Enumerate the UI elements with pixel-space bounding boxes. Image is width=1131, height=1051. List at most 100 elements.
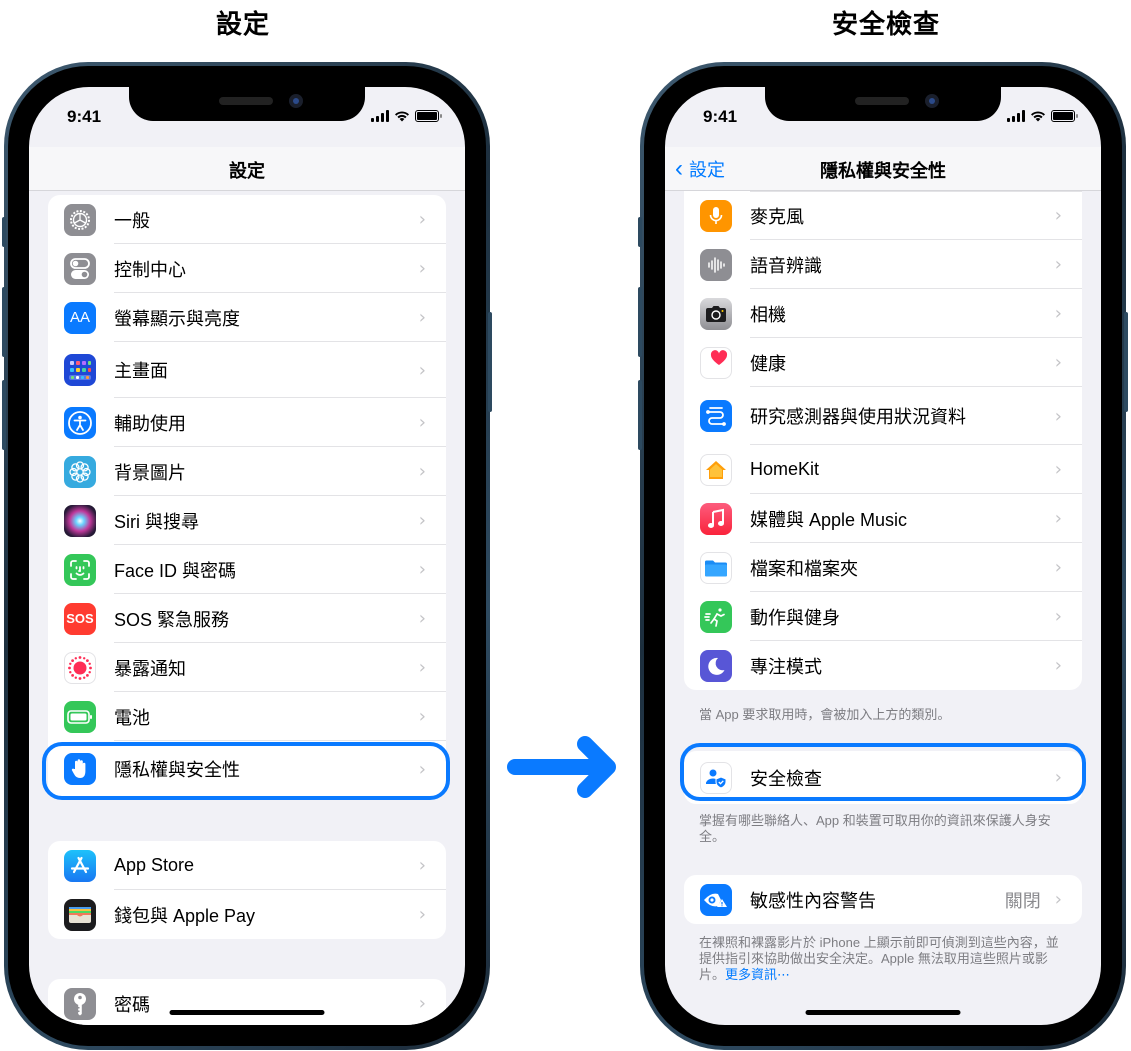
privacy-item-label: 語音辨識 <box>750 255 822 276</box>
toggles-icon <box>64 252 96 285</box>
sensitive-content-footer-note: 在裸照和裸露影片於 iPhone 上顯示前即可偵測到這些內容，並提供指引來協助做… <box>699 935 1069 983</box>
chevron-right-icon: › <box>418 559 426 580</box>
settings-item-face-id-passcode[interactable]: Face ID 與密碼 › <box>48 545 446 594</box>
settings-group-passwords: 密碼 › <box>48 979 446 1025</box>
privacy-item-motion-fitness[interactable]: 動作與健身 › <box>684 592 1082 641</box>
chevron-right-icon: › <box>1054 459 1062 480</box>
microphone-icon <box>700 199 732 232</box>
side-button <box>638 217 642 247</box>
chevron-right-icon: › <box>418 258 426 279</box>
notch <box>765 87 1001 121</box>
privacy-item-label: 專注模式 <box>750 656 822 677</box>
settings-item-label: 主畫面 <box>114 361 168 381</box>
privacy-item-media-apple-music[interactable]: 媒體與 Apple Music › <box>684 494 1082 543</box>
settings-item-label: 控制中心 <box>114 259 186 280</box>
sos-icon: SOS <box>64 602 96 635</box>
privacy-item-focus[interactable]: 專注模式 › <box>684 641 1082 690</box>
health-heart-icon <box>700 346 732 379</box>
settings-item-label: 錢包與 Apple Pay <box>114 905 256 926</box>
settings-item-wallet-apple-pay[interactable]: 錢包與 Apple Pay › <box>48 890 446 939</box>
screen: 9:41 設定 一般 › 控制中心 › AA 螢幕顯示與亮度 › 主畫面 › 輔… <box>29 87 465 1025</box>
app-store-icon <box>64 849 96 882</box>
power-button <box>488 312 492 412</box>
notch <box>129 87 365 121</box>
settings-item-siri-search[interactable]: Siri 與搜尋 › <box>48 496 446 545</box>
settings-item-app-store[interactable]: App Store › <box>48 841 446 890</box>
text-size-icon: AA <box>64 301 96 334</box>
navigation-bar: 設定 <box>29 147 465 191</box>
chevron-right-icon: › <box>1054 352 1062 373</box>
chevron-right-icon: › <box>418 608 426 629</box>
safety-check-highlight-outline <box>680 743 1086 801</box>
privacy-item-files-folders[interactable]: 檔案和檔案夾 › <box>684 543 1082 592</box>
privacy-item-health[interactable]: 健康 › <box>684 338 1082 387</box>
settings-item-label: SOS 緊急服務 <box>114 609 230 630</box>
camera-icon <box>700 297 732 330</box>
settings-item-passwords[interactable]: 密碼 › <box>48 979 446 1025</box>
home-indicator[interactable] <box>169 1010 325 1015</box>
settings-group-main: 一般 › 控制中心 › AA 螢幕顯示與亮度 › 主畫面 › 輔助使用 › 背景… <box>48 195 446 797</box>
settings-item-home-screen[interactable]: 主畫面 › <box>48 342 446 398</box>
privacy-item-speech-recognition[interactable]: 語音辨識 › <box>684 240 1082 289</box>
chevron-right-icon: › <box>418 307 426 328</box>
chevron-right-icon: › <box>418 706 426 727</box>
privacy-item-label: 媒體與 Apple Music <box>750 509 908 530</box>
settings-item-emergency-sos[interactable]: SOS SOS 緊急服務 › <box>48 594 446 643</box>
exposure-notification-icon <box>64 651 96 684</box>
privacy-item-sensitive-content-warning[interactable]: 敏感性內容警告 關閉 › <box>684 875 1082 924</box>
settings-item-label: 背景圖片 <box>114 462 186 483</box>
privacy-item-microphone[interactable]: 麥克風 › <box>684 191 1082 240</box>
settings-item-accessibility[interactable]: 輔助使用 › <box>48 398 446 447</box>
privacy-item-homekit[interactable]: HomeKit › <box>684 445 1082 494</box>
home-indicator[interactable] <box>805 1010 961 1015</box>
chevron-right-icon: › <box>1054 557 1062 578</box>
privacy-highlight-outline <box>42 742 450 800</box>
privacy-item-camera[interactable]: 相機 › <box>684 289 1082 338</box>
settings-item-label: Siri 與搜尋 <box>114 511 199 532</box>
chevron-right-icon: › <box>418 657 426 678</box>
settings-item-general[interactable]: 一般 › <box>48 195 446 244</box>
chevron-right-icon: › <box>418 855 426 876</box>
face-id-icon <box>64 553 96 586</box>
safety-check-footer-note: 掌握有哪些聯絡人、App 和裝置可取用你的資訊來保護人身安全。 <box>699 813 1051 844</box>
sensitive-content-eye-icon <box>700 883 732 916</box>
side-button <box>2 217 6 247</box>
battery-status-icon <box>415 110 442 122</box>
learn-more-link[interactable]: 更多資訊⋯ <box>725 967 790 982</box>
fitness-run-icon <box>700 600 732 633</box>
privacy-item-label: HomeKit <box>750 459 820 479</box>
chevron-right-icon: › <box>1054 655 1062 676</box>
chevron-right-icon: › <box>1054 889 1062 910</box>
sensitive-content-status: 關閉 <box>1004 890 1041 911</box>
screen: 9:41 ‹ 設定 隱私權與安全性 麥克風 › 語音辨識 › 相機 › 健康 ›… <box>665 87 1101 1025</box>
chevron-right-icon: › <box>1054 508 1062 529</box>
settings-item-label: 電池 <box>114 707 150 728</box>
settings-item-display-brightness[interactable]: AA 螢幕顯示與亮度 › <box>48 293 446 342</box>
chevron-right-icon: › <box>418 993 426 1014</box>
volume-down-button <box>2 380 6 450</box>
settings-item-label: Face ID 與密碼 <box>114 560 237 581</box>
privacy-item-research-sensor[interactable]: 研究感測器與使用狀況資料 › <box>684 387 1082 445</box>
music-note-icon <box>700 502 732 535</box>
settings-item-wallpaper[interactable]: 背景圖片 › <box>48 447 446 496</box>
settings-item-control-center[interactable]: 控制中心 › <box>48 244 446 293</box>
research-sensor-icon <box>700 400 732 432</box>
cellular-signal-icon <box>371 110 389 122</box>
gear-icon <box>64 203 96 236</box>
volume-up-button <box>2 287 6 357</box>
privacy-item-label: 健康 <box>750 353 786 374</box>
settings-item-label: 螢幕顯示與亮度 <box>114 308 240 329</box>
battery-status-icon <box>1051 110 1078 122</box>
wifi-icon <box>395 111 409 122</box>
chevron-right-icon: › <box>1054 405 1062 427</box>
settings-item-battery[interactable]: 電池 › <box>48 692 446 741</box>
power-button <box>1124 312 1128 412</box>
accessibility-icon <box>64 406 96 439</box>
chevron-right-icon: › <box>418 209 426 230</box>
settings-item-label: App Store <box>114 855 195 875</box>
privacy-item-label: 麥克風 <box>750 206 804 227</box>
cellular-signal-icon <box>1007 110 1025 122</box>
wifi-icon <box>1031 111 1045 122</box>
settings-item-exposure-notifications[interactable]: 暴露通知 › <box>48 643 446 692</box>
page-title: 隱私權與安全性 <box>820 161 946 181</box>
